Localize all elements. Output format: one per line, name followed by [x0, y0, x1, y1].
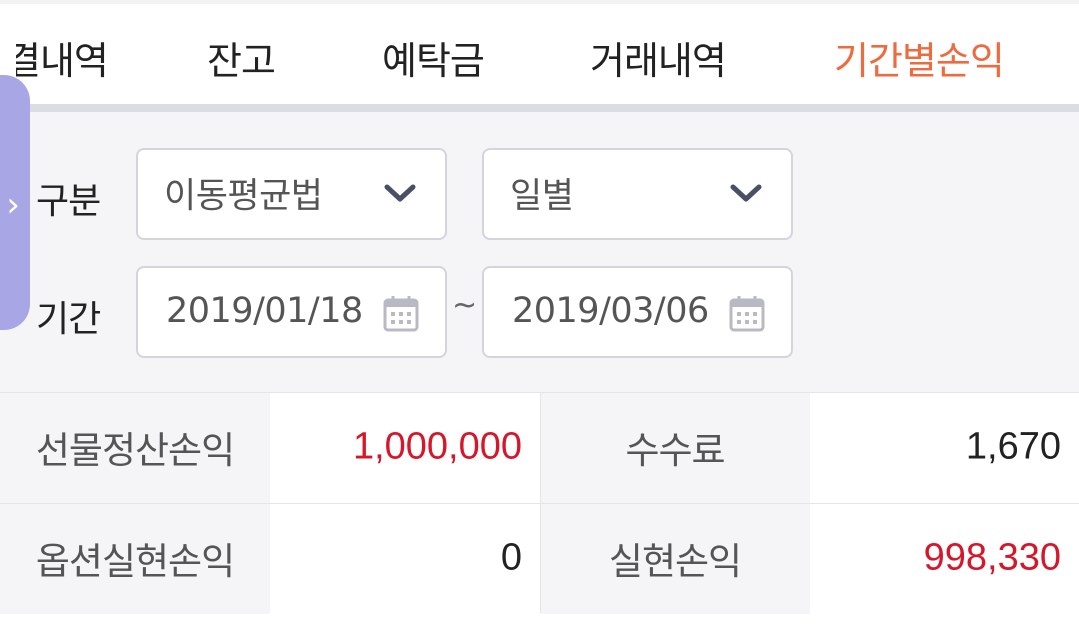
period-label: 기간	[36, 299, 101, 340]
calendar-icon[interactable]	[729, 294, 765, 332]
period-type-select[interactable]: 일별	[482, 148, 793, 240]
end-date-value: 2019/03/06	[512, 291, 709, 332]
futures-pnl-label-cell: 선물정산손익	[0, 393, 270, 503]
tab-period-pnl[interactable]: 기간별손익	[834, 30, 1005, 85]
start-date-field[interactable]: 2019/01/18	[136, 266, 447, 358]
start-date-value: 2019/01/18	[166, 291, 363, 332]
pnl-summary-table: 선물정산손익 1,000,000 수수료 1,670 옵션실현손익 0 실현손익…	[0, 392, 1079, 614]
chevron-right-icon: ›	[6, 185, 20, 225]
tab-bar: 결내역 잔고 예탁금 거래내역 기간별손익	[0, 0, 1079, 114]
method-select-value: 이동평균법	[164, 176, 323, 217]
period-type-select-value: 일별	[510, 176, 574, 217]
category-label: 구분	[36, 181, 101, 222]
futures-pnl-label: 선물정산손익	[35, 428, 235, 472]
options-pnl-label-cell: 옵션실현손익	[0, 504, 270, 614]
options-pnl-value: 0	[500, 536, 522, 579]
filter-panel: 구분 이동평균법 일별 기간 2019/01/18 ~ 2019/03/06	[0, 112, 1079, 392]
options-pnl-value-cell: 0	[270, 504, 540, 614]
realized-pnl-value-cell: 998,330	[810, 504, 1079, 614]
tab-settlement-history[interactable]: 결내역	[16, 30, 108, 85]
fee-label: 수수료	[625, 428, 725, 472]
chevron-down-icon	[730, 184, 762, 202]
fee-value-cell: 1,670	[810, 393, 1079, 503]
realized-pnl-value: 998,330	[923, 536, 1061, 579]
chevron-down-icon	[384, 184, 416, 202]
fee-value: 1,670	[965, 425, 1061, 468]
tab-balance[interactable]: 잔고	[207, 30, 276, 85]
column-divider	[540, 393, 541, 613]
realized-pnl-label-cell: 실현손익	[540, 504, 810, 614]
end-date-field[interactable]: 2019/03/06	[482, 266, 793, 358]
tab-transaction-history[interactable]: 거래내역	[590, 30, 727, 85]
options-pnl-label: 옵션실현손익	[35, 539, 235, 583]
date-range-separator: ~	[452, 288, 478, 323]
futures-pnl-value: 1,000,000	[352, 425, 522, 468]
method-select[interactable]: 이동평균법	[136, 148, 447, 240]
realized-pnl-label: 실현손익	[608, 539, 742, 583]
calendar-icon[interactable]	[383, 294, 419, 332]
fee-label-cell: 수수료	[540, 393, 810, 503]
futures-pnl-value-cell: 1,000,000	[270, 393, 540, 503]
side-drawer-handle[interactable]: ›	[0, 75, 30, 330]
tab-deposit[interactable]: 예탁금	[382, 30, 485, 85]
tab-bar-divider	[0, 104, 1079, 112]
